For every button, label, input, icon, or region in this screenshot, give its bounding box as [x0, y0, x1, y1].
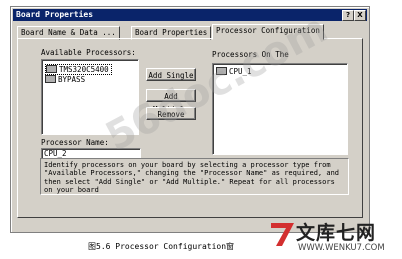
list-item-label: TMS320C5400 — [59, 65, 109, 74]
brand-name: 文库七网 — [296, 222, 377, 244]
processor-name-label: Processor Name: — [41, 138, 109, 147]
processors-on-board-list[interactable]: CPU_1 — [212, 63, 348, 155]
processor-chip-icon — [216, 67, 227, 75]
close-button[interactable]: X — [354, 10, 366, 21]
window-title: Board Properties — [16, 10, 94, 19]
list-item[interactable]: CPU_1 — [216, 67, 254, 76]
figure-caption: 图5.6 Processor Configuration窗 — [88, 242, 235, 251]
board-properties-dialog: Board Properties ? X Board Name & Data .… — [10, 6, 370, 233]
add-single-button[interactable]: Add Single — [146, 68, 196, 81]
processor-chip-icon — [46, 65, 57, 73]
help-button[interactable]: ? — [342, 10, 354, 21]
processors-on-board-label: Processors On The — [212, 50, 289, 59]
title-bar: Board Properties ? X — [13, 9, 367, 21]
list-item[interactable]: BYPASS — [45, 75, 87, 84]
available-processors-label: Available Processors: — [41, 48, 136, 57]
list-item-label: BYPASS — [58, 75, 86, 84]
seven-logo-icon — [271, 223, 294, 246]
list-item[interactable]: TMS320C5400 — [45, 64, 112, 75]
remove-button[interactable]: Remove — [146, 107, 196, 120]
brand-url: WWW.WENKU7.COM — [298, 243, 385, 253]
list-item-label: CPU_1 — [229, 67, 252, 76]
help-text: Identify processors on your board by sel… — [40, 158, 349, 195]
processor-chip-icon — [45, 75, 56, 83]
available-processors-list[interactable]: TMS320C5400 BYPASS — [41, 59, 139, 135]
add-multiple-button[interactable]: Add Multiple — [146, 89, 196, 114]
tab-processor-configuration[interactable]: Processor Configuration — [212, 24, 324, 40]
brand-logo: 文库七网 WWW.WENKU7.COM — [268, 218, 400, 258]
